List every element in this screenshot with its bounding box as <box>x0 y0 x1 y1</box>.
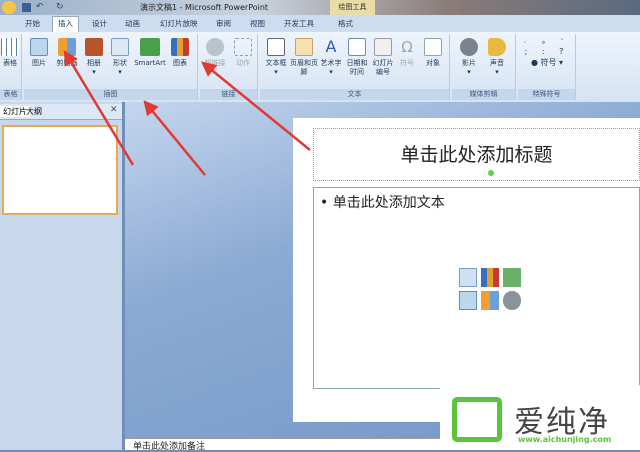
sound-button[interactable]: 声音 ▾ <box>484 38 510 77</box>
tab-review[interactable]: 审阅 <box>216 18 231 29</box>
object-icon <box>424 38 442 56</box>
punctuation-icon: · ∘ ˋ; : ? <box>523 38 571 56</box>
panel-tabs: 幻灯片 大纲 ✕ <box>0 104 122 120</box>
clipart-button[interactable]: 剪贴画 <box>52 38 82 68</box>
logo-url: www.aichunjing.com <box>518 435 612 444</box>
symbol-button[interactable]: Ω 符号 <box>396 38 418 68</box>
insert-smartart-icon[interactable] <box>503 268 521 287</box>
globe-icon <box>206 38 224 56</box>
insert-chart-icon[interactable] <box>481 268 499 287</box>
group-table: 表格 表格 <box>0 34 22 100</box>
textbox-icon <box>267 38 285 56</box>
group-label: 表格 <box>0 89 21 100</box>
content-placeholder[interactable]: • 单击此处添加文本 <box>313 187 640 389</box>
tab-developer[interactable]: 开发工具 <box>284 18 314 29</box>
insert-table-icon[interactable] <box>459 268 477 287</box>
insert-media-icon[interactable] <box>503 291 521 310</box>
title-bar: ↶ ↻ 演示文稿1 - Microsoft PowerPoint 绘图工具 <box>0 0 640 15</box>
tab-animation[interactable]: 动画 <box>125 18 140 29</box>
group-links: 超链接 动作 链接 <box>200 34 258 100</box>
save-icon[interactable] <box>22 3 31 12</box>
office-button[interactable] <box>2 1 16 14</box>
tab-design[interactable]: 设计 <box>92 18 107 29</box>
header-footer-button[interactable]: 页眉和页脚 <box>290 38 318 77</box>
tab-view[interactable]: 视图 <box>250 18 265 29</box>
window-title: 演示文稿1 - Microsoft PowerPoint <box>140 3 269 12</box>
chart-icon <box>171 38 189 56</box>
textbox-button[interactable]: 文本框 ▾ <box>262 38 290 77</box>
ribbon-tabs: 开始 插入 设计 动画 幻灯片放映 审阅 视图 开发工具 格式 <box>0 15 640 32</box>
group-symbols: · ∘ ˋ; : ? ● 符号 ▾ 特殊符号 <box>518 34 576 100</box>
hyperlink-button[interactable]: 超链接 <box>202 38 228 68</box>
slides-panel: 幻灯片 大纲 ✕ <box>0 102 122 450</box>
slide-number-button[interactable]: 幻灯片编号 <box>370 38 396 77</box>
smartart-icon <box>140 38 160 56</box>
table-icon <box>1 38 19 56</box>
redo-icon[interactable]: ↻ <box>56 2 64 12</box>
tab-outline[interactable]: 大纲 <box>26 106 42 117</box>
group-label: 特殊符号 <box>518 89 575 100</box>
body-placeholder-text: 单击此处添加文本 <box>332 195 445 211</box>
header-footer-icon <box>295 38 313 56</box>
context-tool-label: 绘图工具 <box>330 0 375 15</box>
album-button[interactable]: 相册 ▾ <box>82 38 106 77</box>
chart-button[interactable]: 图表 <box>168 38 192 68</box>
group-label: 链接 <box>200 89 257 100</box>
group-text: 文本框 ▾ 页眉和页脚 A 艺术字 ▾ 日期和时间 幻灯片编号 Ω 符号 对象 文本 <box>260 34 450 100</box>
tab-home[interactable]: 开始 <box>25 18 40 29</box>
insert-picture-icon[interactable] <box>459 291 477 310</box>
datetime-button[interactable]: 日期和时间 <box>344 38 370 77</box>
film-reel-icon <box>460 38 478 56</box>
movie-button[interactable]: 影片 ▾ <box>456 38 482 77</box>
watermark-logo: 爱纯净 www.aichunjing.com <box>440 385 640 450</box>
clipart-icon <box>58 38 76 56</box>
rotate-handle[interactable] <box>488 170 494 176</box>
group-media: 影片 ▾ 声音 ▾ 媒体剪辑 <box>452 34 516 100</box>
group-label: 插图 <box>24 89 197 100</box>
picture-button[interactable]: 图片 <box>26 38 52 68</box>
group-illustrations: 图片 剪贴画 相册 ▾ 形状 ▾ SmartArt 图表 插图 <box>24 34 198 100</box>
wordart-icon: A <box>325 37 337 56</box>
slide-thumbnail[interactable] <box>2 125 118 215</box>
logo-mark <box>452 397 502 442</box>
group-label: 文本 <box>260 89 449 100</box>
action-icon <box>234 38 252 56</box>
tab-insert[interactable]: 插入 <box>52 16 79 32</box>
table-button[interactable]: 表格 <box>0 38 20 68</box>
shapes-icon <box>111 38 129 56</box>
close-icon[interactable]: ✕ <box>110 105 118 115</box>
calendar-icon <box>348 38 366 56</box>
slide-canvas: 单击此处添加标题 • 单击此处添加文本 <box>293 118 640 422</box>
album-icon <box>85 38 103 56</box>
action-button[interactable]: 动作 <box>230 38 256 68</box>
group-label: 媒体剪辑 <box>452 89 515 100</box>
special-symbol-button[interactable]: · ∘ ˋ; : ? ● 符号 ▾ <box>522 38 572 67</box>
speaker-icon <box>488 38 506 56</box>
slide-number-icon <box>374 38 392 56</box>
undo-icon[interactable]: ↶ <box>36 2 44 12</box>
smartart-button[interactable]: SmartArt <box>132 38 168 68</box>
tab-format[interactable]: 格式 <box>338 18 353 29</box>
tab-slideshow[interactable]: 幻灯片放映 <box>160 18 198 29</box>
wordart-button[interactable]: A 艺术字 ▾ <box>318 38 344 77</box>
picture-icon <box>30 38 48 56</box>
shapes-button[interactable]: 形状 ▾ <box>108 38 132 77</box>
omega-icon: Ω <box>401 38 413 56</box>
object-button[interactable]: 对象 <box>420 38 446 68</box>
ribbon: 表格 表格 图片 剪贴画 相册 ▾ 形状 ▾ SmartArt 图表 插图 超链接 … <box>0 32 640 102</box>
content-insert-icons <box>459 268 525 310</box>
insert-clipart-icon[interactable] <box>481 291 499 310</box>
title-placeholder[interactable]: 单击此处添加标题 <box>313 128 640 181</box>
body-text: • 单击此处添加文本 <box>320 195 445 211</box>
